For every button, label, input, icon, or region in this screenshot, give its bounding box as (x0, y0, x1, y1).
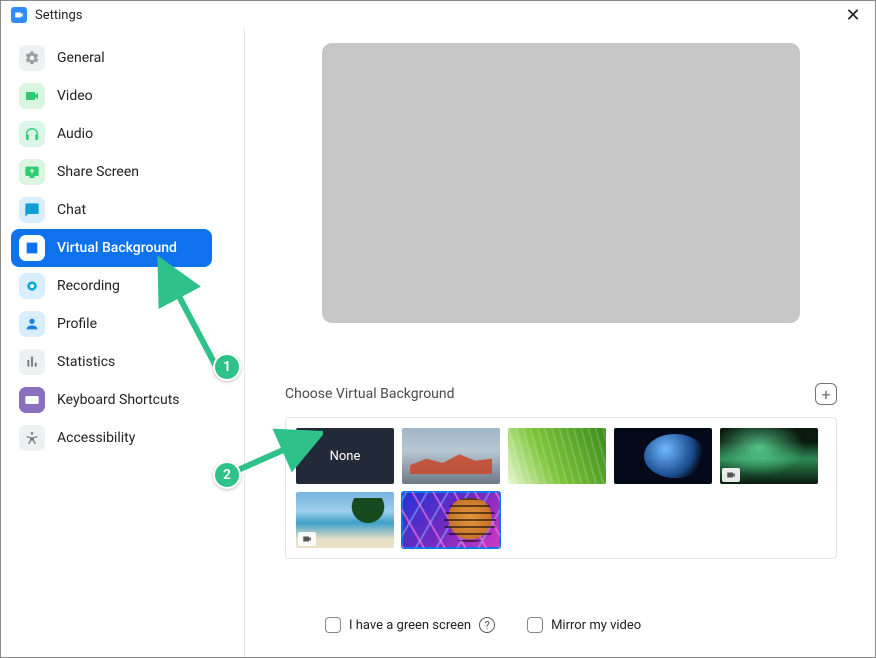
video-preview (322, 43, 800, 323)
green-screen-label: I have a green screen (349, 618, 471, 633)
annotation-marker-1: 1 (213, 353, 241, 381)
sidebar-label-share-screen: Share Screen (57, 164, 139, 180)
titlebar: Settings ✕ (1, 1, 875, 29)
headphones-icon (19, 121, 45, 147)
sidebar-item-general[interactable]: General (11, 39, 212, 77)
background-option-beach[interactable] (296, 492, 394, 548)
green-screen-checkbox[interactable]: I have a green screen ? (325, 617, 495, 633)
sidebar-item-keyboard-shortcuts[interactable]: Keyboard Shortcuts (11, 381, 212, 419)
chat-icon (19, 197, 45, 223)
video-icon (19, 83, 45, 109)
sidebar-label-profile: Profile (57, 316, 97, 332)
mirror-video-label: Mirror my video (551, 618, 641, 633)
record-icon (19, 273, 45, 299)
checkbox-icon (325, 617, 341, 633)
sidebar-label-general: General (57, 50, 105, 66)
mirror-video-checkbox[interactable]: Mirror my video (527, 617, 641, 633)
background-option-earth-space[interactable] (614, 428, 712, 484)
main-panel: Choose Virtual Background + None (245, 29, 875, 657)
sidebar-item-video[interactable]: Video (11, 77, 212, 115)
sidebar-label-audio: Audio (57, 126, 93, 142)
video-badge-icon (722, 468, 740, 482)
background-option-aurora[interactable] (720, 428, 818, 484)
share-screen-icon (19, 159, 45, 185)
sidebar-item-chat[interactable]: Chat (11, 191, 212, 229)
window-title: Settings (35, 8, 82, 23)
sidebar-label-statistics: Statistics (57, 354, 115, 370)
help-icon[interactable]: ? (479, 617, 495, 633)
virtual-background-grid: None (285, 417, 837, 559)
sidebar-item-share-screen[interactable]: Share Screen (11, 153, 212, 191)
checkbox-icon (527, 617, 543, 633)
video-badge-icon (298, 532, 316, 546)
app-icon (11, 7, 27, 23)
background-option-golden-gate[interactable] (402, 428, 500, 484)
statistics-icon (19, 349, 45, 375)
keyboard-icon (19, 387, 45, 413)
sidebar-item-audio[interactable]: Audio (11, 115, 212, 153)
sidebar-item-accessibility[interactable]: Accessibility (11, 419, 212, 457)
add-background-button[interactable]: + (815, 383, 837, 405)
profile-icon (19, 311, 45, 337)
choose-virtual-background-label: Choose Virtual Background (285, 386, 455, 402)
virtual-background-icon (19, 235, 45, 261)
sidebar-label-keyboard-shortcuts: Keyboard Shortcuts (57, 392, 180, 408)
sidebar-label-recording: Recording (57, 278, 120, 294)
close-button[interactable]: ✕ (839, 5, 867, 25)
gear-icon (19, 45, 45, 71)
annotation-marker-2: 2 (213, 461, 241, 489)
none-label: None (330, 449, 361, 464)
background-option-tiger-retro[interactable] (402, 492, 500, 548)
bottom-options: I have a green screen ? Mirror my video (285, 617, 837, 633)
sidebar-label-chat: Chat (57, 202, 86, 218)
background-option-grass[interactable] (508, 428, 606, 484)
accessibility-icon (19, 425, 45, 451)
sidebar-label-accessibility: Accessibility (57, 430, 135, 446)
sidebar-label-video: Video (57, 88, 93, 104)
